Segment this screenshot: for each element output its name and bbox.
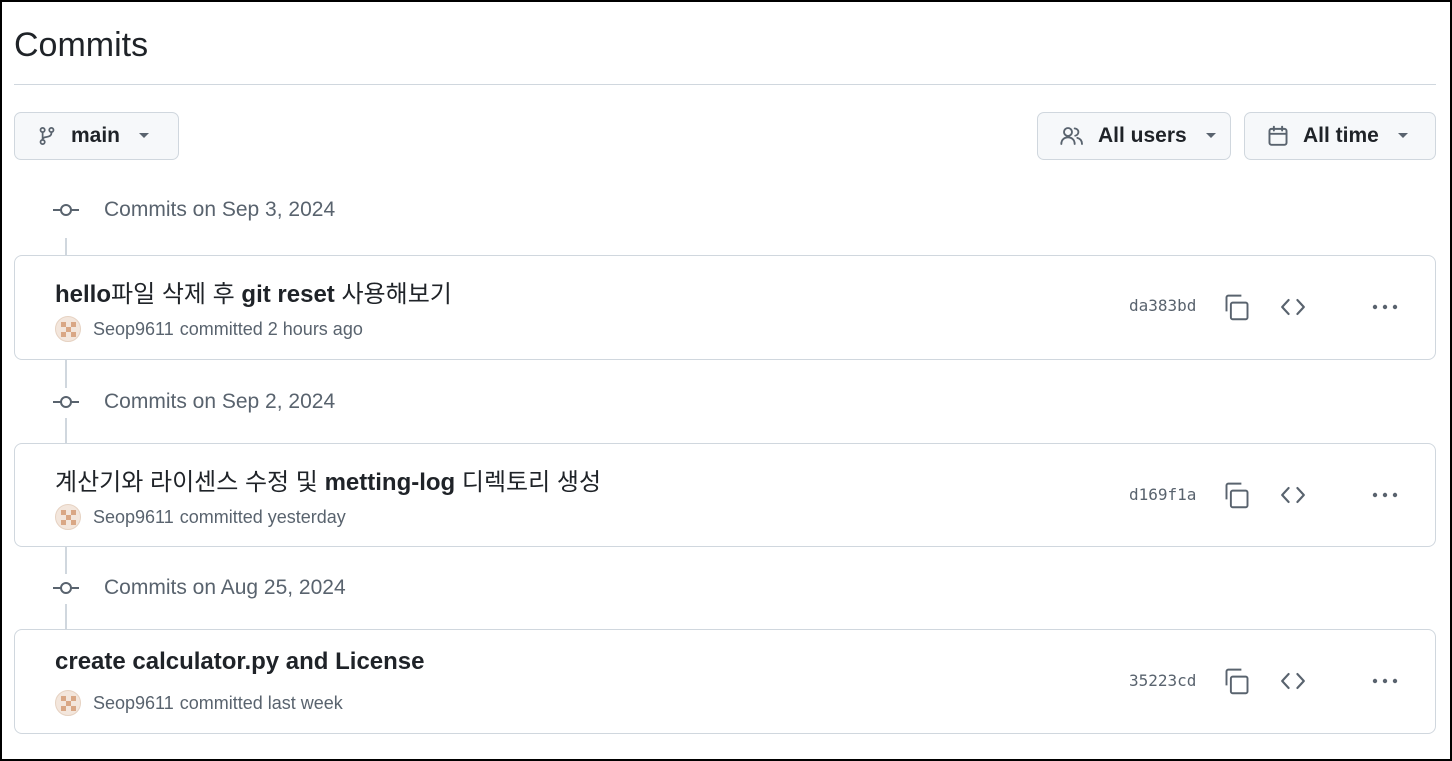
commit-meta: Seop9611 committed last week xyxy=(55,690,343,716)
commit-message-part: metting-log xyxy=(324,469,456,496)
users-filter-button[interactable]: All users xyxy=(1037,112,1231,160)
timeline-connector xyxy=(65,360,67,388)
kebab-horizontal-icon[interactable] xyxy=(1370,481,1400,509)
commit-group-header: Commits on Aug 25, 2024 xyxy=(52,573,346,603)
commit-sha-link[interactable]: 35223cd xyxy=(1129,671,1196,690)
time-filter-button[interactable]: All time xyxy=(1244,112,1436,160)
commit-meta: Seop9611 committed 2 hours ago xyxy=(55,316,363,342)
commit-group-date: Commits on Aug 25, 2024 xyxy=(104,576,346,599)
branch-selector-button[interactable]: main xyxy=(14,112,179,160)
timeline-connector xyxy=(65,418,67,444)
timeline-connector xyxy=(65,238,67,256)
commit-row: hello파일 삭제 후 git reset 사용해보기 Seop9611 co… xyxy=(14,255,1436,360)
git-branch-icon xyxy=(37,125,57,147)
commit-message-part: 디렉토리 생성 xyxy=(455,469,602,496)
commits-page: Commits main All users All time Commits … xyxy=(0,0,1452,761)
commit-group-date: Commits on Sep 2, 2024 xyxy=(104,390,336,413)
copy-icon[interactable] xyxy=(1223,293,1251,321)
triangle-down-icon xyxy=(1397,132,1409,140)
code-icon[interactable] xyxy=(1279,293,1307,321)
commit-message-part: 파일 삭제 후 xyxy=(111,281,242,308)
commit-group-header: Commits on Sep 2, 2024 xyxy=(52,387,335,417)
commit-time: committed yesterday xyxy=(179,506,346,527)
commit-sha-link[interactable]: da383bd xyxy=(1129,296,1196,315)
copy-icon[interactable] xyxy=(1223,481,1251,509)
copy-icon[interactable] xyxy=(1223,667,1251,695)
commit-time: committed 2 hours ago xyxy=(179,318,363,339)
kebab-horizontal-icon[interactable] xyxy=(1370,667,1400,695)
triangle-down-icon xyxy=(1205,132,1217,140)
commit-meta: Seop9611 committed yesterday xyxy=(55,504,346,530)
git-commit-icon xyxy=(52,580,80,596)
commit-group-date: Commits on Sep 3, 2024 xyxy=(104,198,336,221)
commit-message-link[interactable]: 계산기와 라이센스 수정 및 metting-log 디렉토리 생성 xyxy=(55,462,601,497)
commit-message-link[interactable]: create calculator.py and License xyxy=(55,648,425,676)
calendar-icon xyxy=(1267,125,1289,147)
branch-name: main xyxy=(71,124,121,147)
time-filter-label: All time xyxy=(1303,124,1379,147)
page-title: Commits xyxy=(14,26,149,64)
avatar[interactable] xyxy=(55,504,81,530)
commit-message-part: 계산기와 라이센스 수정 및 xyxy=(55,469,325,496)
avatar[interactable] xyxy=(55,316,81,342)
commit-author-link[interactable]: Seop9611 xyxy=(93,693,174,714)
commit-message-link[interactable]: hello파일 삭제 후 git reset 사용해보기 xyxy=(55,274,452,309)
commit-message-part: hello xyxy=(55,281,112,308)
commit-time: committed last week xyxy=(179,692,343,713)
commit-message-part: git reset xyxy=(241,281,335,308)
git-commit-icon xyxy=(52,202,80,218)
timeline-connector xyxy=(65,604,67,630)
code-icon[interactable] xyxy=(1279,667,1307,695)
people-icon xyxy=(1060,125,1084,147)
code-icon[interactable] xyxy=(1279,481,1307,509)
kebab-horizontal-icon[interactable] xyxy=(1370,293,1400,321)
avatar[interactable] xyxy=(55,690,81,716)
title-divider xyxy=(14,84,1436,85)
timeline-connector xyxy=(65,547,67,574)
commit-row: 계산기와 라이센스 수정 및 metting-log 디렉토리 생성 Seop9… xyxy=(14,443,1436,547)
commit-row: create calculator.py and License Seop961… xyxy=(14,629,1436,734)
users-filter-label: All users xyxy=(1098,124,1187,147)
commit-sha-link[interactable]: d169f1a xyxy=(1129,485,1196,504)
commit-message-part: create calculator.py and License xyxy=(55,648,425,675)
git-commit-icon xyxy=(52,394,80,410)
commit-message-part: 사용해보기 xyxy=(334,281,452,308)
commit-group-header: Commits on Sep 3, 2024 xyxy=(52,195,335,225)
commit-author-link[interactable]: Seop9611 xyxy=(93,507,174,528)
commit-author-link[interactable]: Seop9611 xyxy=(93,319,174,340)
triangle-down-icon xyxy=(138,132,150,140)
